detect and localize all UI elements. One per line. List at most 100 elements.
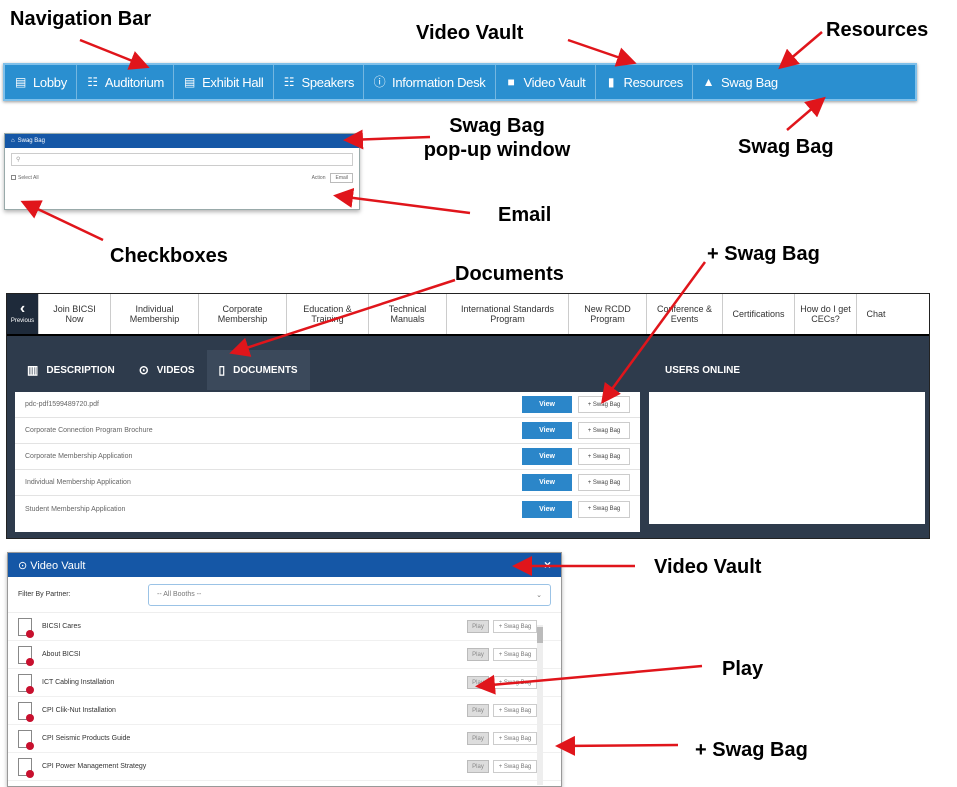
document-row: Corporate Connection Program Brochure Vie… — [15, 418, 640, 444]
booth-sub-tabs: ▥ DESCRIPTION ⊙ VIDEOS ▯ DOCUMENTS — [15, 350, 640, 390]
nav-item-label: Information Desk — [392, 74, 486, 90]
callout-navigation-bar: Navigation Bar — [10, 8, 152, 30]
add-swag-bag-button[interactable]: + Swag Bag — [493, 620, 537, 633]
document-name: Corporate Membership Application — [25, 453, 133, 460]
nav-item-resources[interactable]: ▮ Resources — [596, 65, 693, 99]
nav-item-label: Lobby — [33, 74, 67, 90]
callout-video-vault-top: Video Vault — [416, 22, 524, 44]
nav-item-auditorium[interactable]: ☷ Auditorium — [77, 65, 175, 99]
tab-join-bicsi-now[interactable]: Join BICSI Now — [39, 294, 111, 334]
tab-conference-events[interactable]: Conference & Events — [647, 294, 723, 334]
close-icon[interactable]: × — [544, 558, 551, 572]
chevron-down-icon: ⌄ — [536, 591, 542, 599]
arrow-resources — [778, 31, 823, 70]
tab-corporate-membership[interactable]: Corporate Membership — [199, 294, 287, 334]
video-title: ICT Cabling Installation — [42, 679, 115, 686]
previous-button[interactable]: ‹ Previous — [7, 294, 39, 334]
add-swag-bag-button[interactable]: + Swag Bag — [493, 676, 537, 689]
swag-popup-actions: Action Email — [312, 173, 353, 183]
tab-certifications[interactable]: Certifications — [723, 294, 795, 334]
play-button[interactable]: Play — [467, 620, 489, 633]
view-button[interactable]: View — [522, 396, 572, 413]
video-file-icon — [18, 729, 34, 750]
add-swag-bag-button[interactable]: + Swag Bag — [493, 704, 537, 717]
callout-email: Email — [498, 204, 552, 226]
tab-education-training[interactable]: Education & Training — [287, 294, 369, 334]
nav-item-video-vault[interactable]: ■ Video Vault — [496, 65, 596, 99]
callout-swag-popup: Swag Bag pop-up window — [412, 114, 582, 162]
email-button[interactable]: Email — [330, 173, 353, 183]
add-swag-bag-button[interactable]: + Swag Bag — [578, 500, 630, 518]
swag-popup-search-input[interactable]: ⚲ — [11, 153, 353, 166]
document-name: pdc-pdf1599489720.pdf — [25, 401, 99, 408]
nav-item-exhibit-hall[interactable]: ▤ Exhibit Hall — [174, 65, 274, 99]
filter-partner-select[interactable]: -- All Booths -- ⌄ — [148, 583, 551, 606]
play-button[interactable]: Play — [467, 760, 489, 773]
video-title: CPI Power Management Strategy — [42, 763, 147, 770]
callout-resources: Resources — [826, 19, 929, 41]
video-row: CPI Seismic Products Guide Play + Swag Bag — [8, 725, 561, 753]
view-button[interactable]: View — [522, 448, 572, 465]
tab-chat[interactable]: Chat — [857, 294, 895, 334]
callout-plus-swag-bag-top: + Swag Bag — [707, 243, 820, 265]
users-online-header: USERS ONLINE — [649, 350, 925, 392]
document-name: Individual Membership Application — [25, 479, 131, 486]
callout-swag-popup-line1: Swag Bag — [449, 115, 545, 137]
tab-how-do-i-get-cecs[interactable]: How do I get CECs? — [795, 294, 857, 334]
video-vault-title: Video Vault — [30, 559, 86, 572]
video-vault-heading: ⊙ Video Vault — [18, 559, 85, 572]
tab-documents[interactable]: ▯ DOCUMENTS — [206, 350, 310, 390]
select-all[interactable]: Select All — [11, 175, 39, 181]
tab-new-rcdd-program[interactable]: New RCDD Program — [569, 294, 647, 334]
video-title: CPI Seismic Products Guide — [42, 735, 131, 742]
nav-item-speakers[interactable]: ☷ Speakers — [274, 65, 365, 99]
view-button[interactable]: View — [522, 474, 572, 491]
nav-item-information-desk[interactable]: ⓘ Information Desk — [364, 65, 496, 99]
video-file-icon — [18, 617, 34, 638]
add-swag-bag-button[interactable]: + Swag Bag — [493, 732, 537, 745]
tab-description[interactable]: ▥ DESCRIPTION — [15, 350, 127, 390]
view-button[interactable]: View — [522, 500, 572, 518]
select-all-checkbox[interactable] — [11, 175, 16, 181]
arrow-plus-swag-bag-bottom — [555, 735, 679, 756]
swag-bag-popup: ⌂ Swag Bag ⚲ Select All Action Email — [4, 133, 360, 210]
play-button[interactable]: Play — [467, 732, 489, 745]
tab-individual-membership[interactable]: Individual Membership — [111, 294, 199, 334]
book-icon: ▮ — [607, 74, 615, 89]
nav-item-label: Video Vault — [523, 74, 586, 90]
add-swag-bag-button[interactable]: + Swag Bag — [578, 474, 630, 491]
video-list-scrollbar[interactable] — [537, 625, 543, 785]
grid-icon: ☷ — [87, 74, 98, 89]
previous-label: Previous — [10, 318, 35, 324]
play-circle-icon: ⊙ — [18, 559, 28, 572]
video-file-icon — [18, 757, 34, 778]
play-button[interactable]: Play — [467, 676, 489, 689]
bag-icon: ⌂ — [11, 138, 15, 144]
play-button[interactable]: Play — [467, 648, 489, 661]
scrollbar-thumb[interactable] — [537, 627, 543, 643]
users-online-panel — [649, 392, 925, 524]
callout-checkboxes: Checkboxes — [110, 245, 228, 267]
video-file-icon — [18, 645, 34, 666]
nav-item-lobby[interactable]: ▤ Lobby — [5, 65, 77, 99]
tab-technical-manuals[interactable]: Technical Manuals — [369, 294, 447, 334]
add-swag-bag-button[interactable]: + Swag Bag — [578, 396, 630, 413]
add-swag-bag-button[interactable]: + Swag Bag — [493, 648, 537, 661]
add-swag-bag-button[interactable]: + Swag Bag — [578, 422, 630, 439]
search-icon: ⚲ — [16, 157, 21, 163]
tab-videos[interactable]: ⊙ VIDEOS — [127, 350, 207, 390]
add-swag-bag-button[interactable]: + Swag Bag — [493, 760, 537, 773]
building-icon: ▤ — [14, 74, 27, 89]
tab-international-standards-program[interactable]: International Standards Program — [447, 294, 569, 334]
callout-documents: Documents — [455, 263, 564, 285]
document-list: pdc-pdf1599489720.pdf View + Swag Bag Corp… — [15, 392, 640, 532]
nav-item-label: Speakers — [301, 74, 355, 90]
add-swag-bag-button[interactable]: + Swag Bag — [578, 448, 630, 465]
play-circle-icon: ⊙ — [138, 363, 149, 377]
video-row: ICT Cabling Installation Play + Swag Bag — [8, 669, 561, 697]
view-button[interactable]: View — [522, 422, 572, 439]
building-icon: ▤ — [184, 74, 196, 89]
play-button[interactable]: Play — [467, 704, 489, 717]
nav-item-swag-bag[interactable]: ▲ Swag Bag — [693, 65, 787, 99]
nav-item-label: Swag Bag — [720, 74, 778, 90]
